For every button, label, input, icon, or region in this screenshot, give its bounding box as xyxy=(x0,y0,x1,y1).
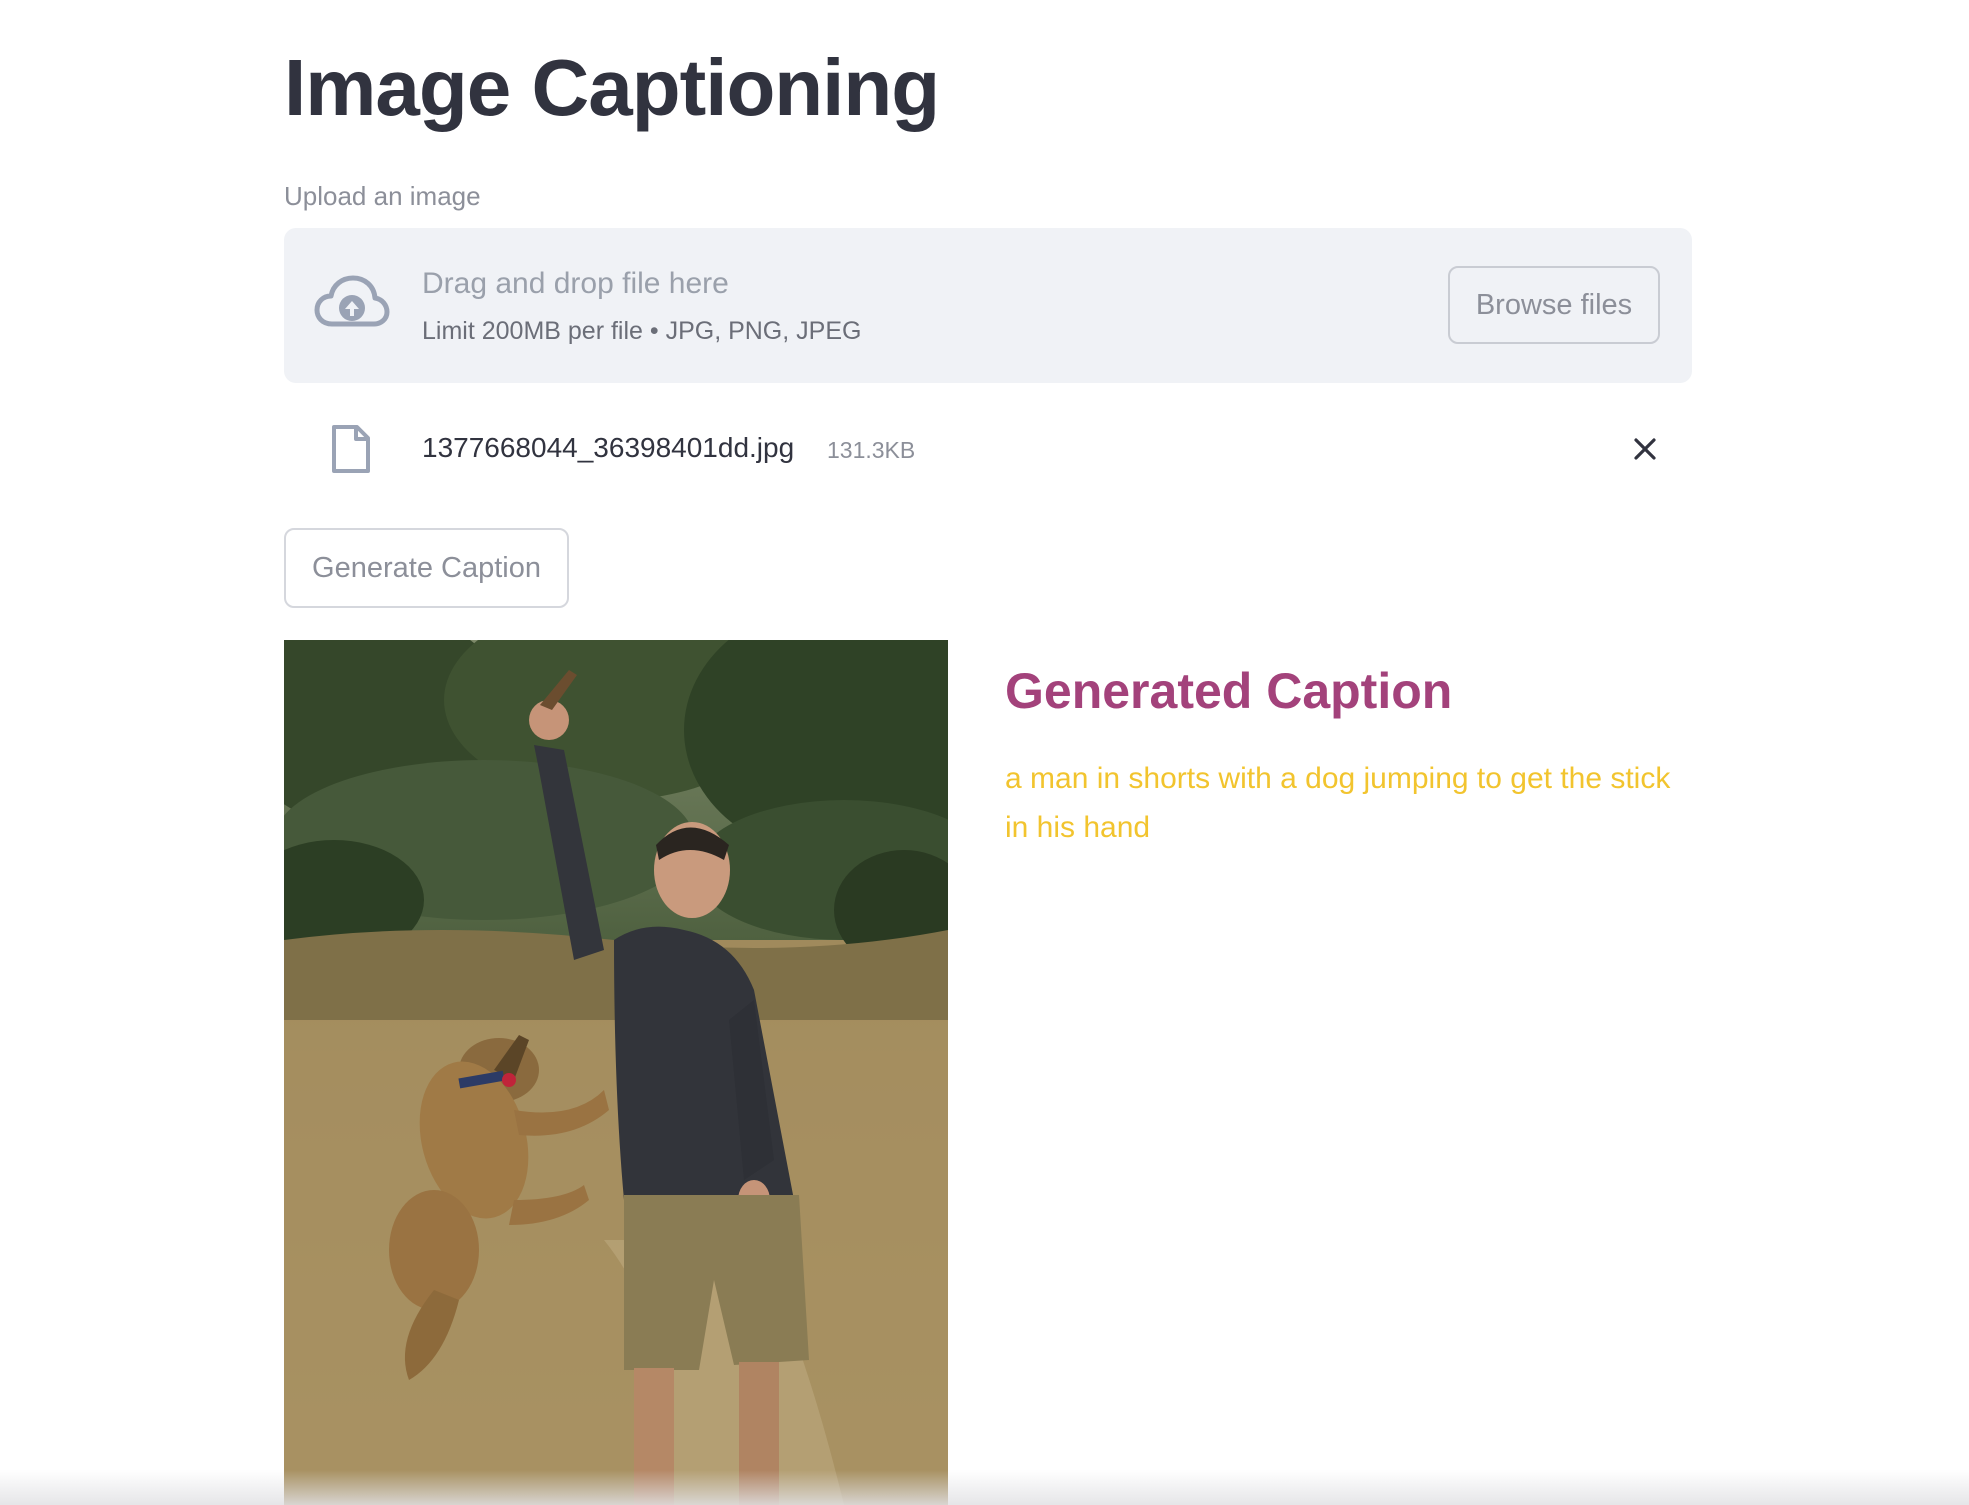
browse-files-button[interactable]: Browse files xyxy=(1448,266,1660,344)
generate-caption-button[interactable]: Generate Caption xyxy=(284,528,569,608)
dropzone-subtitle: Limit 200MB per file • JPG, PNG, JPEG xyxy=(422,317,862,345)
uploaded-photo xyxy=(284,640,948,1505)
upload-label: Upload an image xyxy=(284,181,481,211)
cloud-upload-icon xyxy=(314,275,390,327)
uploaded-file-row: 1377668044_36398401dd.jpg 131.3KB xyxy=(284,412,1692,484)
close-icon[interactable] xyxy=(1626,430,1664,468)
dropzone-title: Drag and drop file here xyxy=(422,267,729,300)
app-page: Image Captioning Upload an image Drag an… xyxy=(0,0,1969,1505)
generated-caption-text: a man in shorts with a dog jumping to ge… xyxy=(1005,762,1671,844)
file-name: 1377668044_36398401dd.jpg xyxy=(422,432,795,463)
page-title: Image Captioning xyxy=(284,43,940,132)
bottom-scroll-shadow xyxy=(0,1470,1969,1505)
file-dropzone[interactable]: Drag and drop file here Limit 200MB per … xyxy=(284,228,1692,383)
file-size: 131.3KB xyxy=(827,437,916,463)
file-icon xyxy=(332,425,370,473)
caption-heading: Generated Caption xyxy=(1005,663,1453,719)
